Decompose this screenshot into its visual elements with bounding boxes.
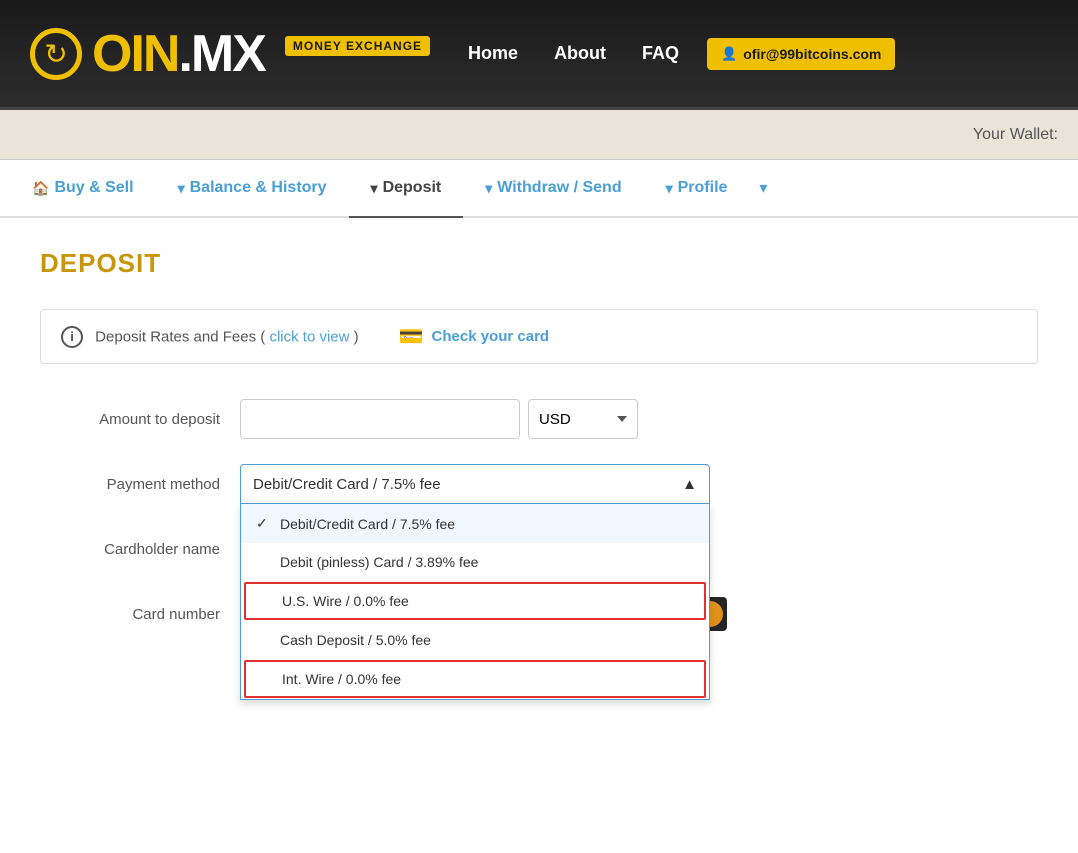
- empty-check: [256, 554, 272, 570]
- check-card-link[interactable]: 💳 Check your card: [399, 324, 549, 349]
- dropdown-icon-withdraw: ▾: [485, 180, 492, 197]
- main-content: 🏠 Buy & Sell ▾ Balance & History ▾ Depos…: [0, 160, 1078, 853]
- dropdown-arrow-icon: ▲: [682, 476, 697, 493]
- payment-row: Payment method Debit/Credit Card / 7.5% …: [40, 464, 1038, 504]
- tab-withdraw-send[interactable]: ▾ Withdraw / Send: [463, 160, 643, 218]
- payment-option-label: Cash Deposit / 5.0% fee: [280, 632, 431, 648]
- logo-icon: [30, 28, 82, 80]
- payment-option-label: Debit (pinless) Card / 3.89% fee: [280, 554, 478, 570]
- page-body: DEPOSIT i Deposit Rates and Fees ( click…: [0, 218, 1078, 689]
- info-bar: i Deposit Rates and Fees ( click to view…: [40, 309, 1038, 364]
- check-icon: ✓: [256, 515, 272, 532]
- amount-label: Amount to deposit: [40, 411, 240, 428]
- tab-more[interactable]: ▾: [749, 160, 777, 216]
- empty-check: [256, 632, 272, 648]
- currency-select[interactable]: USD EUR GBP BTC: [528, 399, 638, 439]
- amount-row: Amount to deposit USD EUR GBP BTC: [40, 399, 1038, 439]
- user-menu-button[interactable]: ofir@99bitcoins.com: [707, 38, 895, 70]
- dropdown-icon-deposit: ▾: [371, 180, 378, 197]
- payment-option-label: U.S. Wire / 0.0% fee: [282, 593, 409, 609]
- payment-selected-text: Debit/Credit Card / 7.5% fee: [253, 476, 441, 493]
- info-close: ): [354, 328, 359, 345]
- header: OIN.MX MONEY EXCHANGE Home About FAQ ofi…: [0, 0, 1078, 110]
- tab-buy-sell[interactable]: 🏠 Buy & Sell: [10, 160, 156, 218]
- wallet-bar: Your Wallet:: [0, 110, 1078, 160]
- home-icon: 🏠: [32, 180, 49, 197]
- payment-option-us-wire[interactable]: U.S. Wire / 0.0% fee: [244, 582, 706, 620]
- logo-area: OIN.MX MONEY EXCHANGE: [30, 28, 430, 80]
- nav-home[interactable]: Home: [450, 43, 536, 64]
- payment-option-debit-credit[interactable]: ✓ Debit/Credit Card / 7.5% fee: [241, 504, 709, 543]
- payment-dropdown-container: Debit/Credit Card / 7.5% fee ▲ ✓ Debit/C…: [240, 464, 710, 504]
- nav-faq[interactable]: FAQ: [624, 43, 697, 64]
- main-nav: Home About FAQ ofir@99bitcoins.com: [450, 38, 895, 70]
- info-icon: i: [61, 326, 83, 348]
- payment-option-cash-deposit[interactable]: Cash Deposit / 5.0% fee: [241, 621, 709, 659]
- payment-dropdown-menu: ✓ Debit/Credit Card / 7.5% fee Debit (pi…: [240, 504, 710, 700]
- wallet-label: Your Wallet:: [973, 126, 1058, 144]
- credit-card-icon: 💳: [399, 324, 424, 349]
- tab-balance-history[interactable]: ▾ Balance & History: [156, 160, 349, 218]
- check-card-label: Check your card: [432, 328, 550, 345]
- nav-about[interactable]: About: [536, 43, 624, 64]
- payment-label: Payment method: [40, 476, 240, 493]
- payment-option-label: Int. Wire / 0.0% fee: [282, 671, 401, 687]
- info-text: Deposit Rates and Fees (: [95, 328, 265, 345]
- cardholder-label: Cardholder name: [40, 541, 240, 558]
- dropdown-icon-profile: ▾: [666, 180, 673, 197]
- payment-option-label: Debit/Credit Card / 7.5% fee: [280, 516, 455, 532]
- tab-bar: 🏠 Buy & Sell ▾ Balance & History ▾ Depos…: [0, 160, 1078, 218]
- logo-text: OIN.MX: [92, 28, 265, 80]
- page-title: DEPOSIT: [40, 248, 1038, 279]
- money-exchange-badge: MONEY EXCHANGE: [285, 36, 430, 56]
- tab-profile[interactable]: ▾ Profile: [644, 160, 750, 218]
- payment-option-debit-pinless[interactable]: Debit (pinless) Card / 3.89% fee: [241, 543, 709, 581]
- logo-dot: .: [178, 25, 190, 83]
- click-to-view-link[interactable]: click to view: [269, 328, 349, 345]
- card-number-label: Card number: [40, 606, 240, 623]
- empty-check: [258, 671, 274, 687]
- payment-select-display[interactable]: Debit/Credit Card / 7.5% fee ▲: [240, 464, 710, 504]
- payment-option-int-wire[interactable]: Int. Wire / 0.0% fee: [244, 660, 706, 698]
- dropdown-icon-balance: ▾: [178, 180, 185, 197]
- deposit-rates-info: i Deposit Rates and Fees ( click to view…: [61, 326, 359, 348]
- empty-check: [258, 593, 274, 609]
- tab-deposit[interactable]: ▾ Deposit: [349, 160, 464, 218]
- amount-input[interactable]: [240, 399, 520, 439]
- logo-mx: MX: [191, 25, 265, 83]
- logo-coin: OIN: [92, 25, 178, 83]
